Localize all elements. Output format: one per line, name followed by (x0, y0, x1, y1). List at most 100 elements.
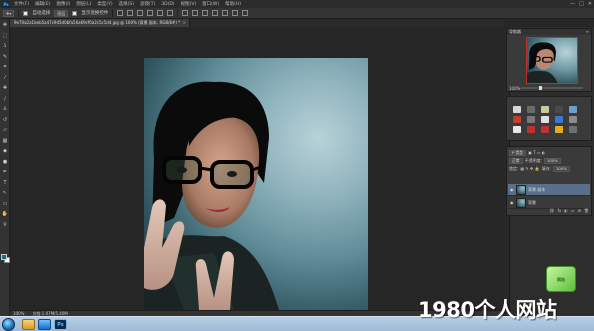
blend-mode-select[interactable]: 正常 (509, 157, 523, 164)
new-layer-icon[interactable]: ⊞ (578, 208, 581, 214)
distribute-center-icon[interactable] (222, 10, 229, 16)
threshold-icon[interactable] (541, 126, 549, 133)
menu-image[interactable]: 图像(I) (56, 1, 70, 7)
dodge-tool-icon[interactable]: ● (1, 159, 9, 166)
auto-align-icon[interactable] (242, 10, 249, 16)
menu-type[interactable]: 类型(Y) (97, 1, 112, 7)
align-left-icon[interactable] (147, 10, 154, 16)
explorer-taskbar-icon[interactable] (22, 319, 35, 330)
distribute-top-icon[interactable] (182, 10, 189, 16)
curves-icon[interactable] (541, 106, 549, 113)
photo-filter-icon[interactable] (555, 116, 563, 123)
minimize-button[interactable]: — (570, 1, 575, 7)
navigator-title[interactable]: 导航器 (509, 29, 521, 34)
crop-tool-icon[interactable]: ⌗ (1, 64, 9, 71)
menu-3d[interactable]: 3D(D) (161, 2, 174, 7)
visibility-eye-icon[interactable]: ◉ (510, 187, 514, 192)
layer-row[interactable]: ◉ 背景 副本 (508, 184, 590, 196)
navigator-zoom-slider[interactable] (521, 86, 583, 90)
align-middle-icon[interactable] (127, 10, 134, 16)
adjustments-panel (506, 96, 592, 141)
photoshop-taskbar-icon[interactable]: Ps (54, 319, 67, 330)
auto-select-target-dropdown[interactable]: 图层 (54, 9, 69, 17)
align-top-icon[interactable] (117, 10, 124, 16)
visibility-eye-icon[interactable]: ◉ (510, 200, 514, 205)
menu-filter[interactable]: 滤镜(T) (140, 1, 155, 7)
layer-kind-filter[interactable]: P 类型 (509, 149, 527, 156)
history-brush-icon[interactable]: ↺ (1, 117, 9, 124)
opacity-input[interactable]: 100% (543, 157, 561, 164)
move-tool-preset-icon[interactable]: ✥▾ (3, 9, 15, 17)
fill-input[interactable]: 100% (553, 165, 570, 172)
adjustment-layer-icon[interactable]: ◐ (564, 208, 568, 214)
menu-select[interactable]: 选择(S) (119, 1, 134, 7)
canvas-area[interactable] (10, 27, 504, 310)
hue-sat-icon[interactable] (513, 116, 521, 123)
invert-icon[interactable] (513, 126, 521, 133)
exposure-icon[interactable] (555, 106, 563, 113)
type-tool-icon[interactable]: T (1, 180, 9, 187)
vibrance-icon[interactable] (569, 106, 577, 113)
start-button[interactable] (2, 318, 15, 331)
blur-tool-icon[interactable]: ◆ (1, 148, 9, 155)
levels-icon[interactable] (527, 106, 535, 113)
move-tool-icon[interactable]: ✥ (1, 22, 9, 29)
marquee-tool-icon[interactable]: ⬚ (1, 33, 9, 40)
maximize-button[interactable]: □ (579, 1, 584, 7)
slider-knob[interactable] (539, 86, 542, 90)
menu-help[interactable]: 帮助(H) (225, 1, 241, 7)
link-layers-icon[interactable]: ⛓ (549, 208, 554, 214)
trash-icon[interactable]: 🗑 (584, 208, 589, 214)
eraser-tool-icon[interactable]: ▱ (1, 127, 9, 134)
channel-mixer-icon[interactable] (569, 116, 577, 123)
gradient-map-icon[interactable] (555, 126, 563, 133)
menu-view[interactable]: 视图(V) (181, 1, 197, 7)
clone-stamp-icon[interactable]: ♙ (1, 106, 9, 113)
align-right-icon[interactable] (167, 10, 174, 16)
tools-panel: ✥ ⬚ ʖ ✎ ⌗ ⁄ ✚ ∕ ♙ ↺ ▱ ▦ ◆ ● ✒ T ↖ ▭ ✋ ⚲ (0, 19, 10, 316)
eyedropper-icon[interactable]: ⁄ (1, 75, 9, 82)
browser-taskbar-icon[interactable] (38, 319, 51, 330)
show-transform-checkbox[interactable] (72, 10, 78, 16)
shape-tool-icon[interactable]: ▭ (1, 201, 9, 208)
lock-icons[interactable]: ▦ ✎ ✥ 🔒 (520, 166, 539, 171)
menu-layer[interactable]: 图层(L) (76, 1, 91, 7)
bw-icon[interactable] (541, 116, 549, 123)
align-bottom-icon[interactable] (137, 10, 144, 16)
navigator-thumbnail[interactable] (526, 37, 578, 84)
mask-icon[interactable]: ▭ (571, 208, 575, 214)
foreground-color-swatch[interactable] (1, 254, 7, 260)
navigator-zoom-value[interactable]: 100% (509, 86, 520, 91)
healing-brush-icon[interactable]: ✚ (1, 85, 9, 92)
color-balance-icon[interactable] (527, 116, 535, 123)
zoom-tool-icon[interactable]: ⚲ (1, 222, 9, 229)
distribute-middle-icon[interactable] (192, 10, 199, 16)
close-window-button[interactable]: ✕ (588, 1, 592, 7)
quick-select-icon[interactable]: ✎ (1, 54, 9, 61)
menu-edit[interactable]: 编辑(E) (35, 1, 50, 7)
menu-file[interactable]: 文件(F) (14, 1, 29, 7)
hand-tool-icon[interactable]: ✋ (1, 211, 9, 218)
selective-color-icon[interactable] (569, 126, 577, 133)
menu-bar: Ps 文件(F) 编辑(E) 图像(I) 图层(L) 类型(Y) 选择(S) 滤… (0, 0, 594, 8)
brightness-icon[interactable] (513, 106, 521, 113)
distribute-bottom-icon[interactable] (202, 10, 209, 16)
align-center-icon[interactable] (157, 10, 164, 16)
panel-menu-icon[interactable]: ≡ (586, 29, 589, 35)
posterize-icon[interactable] (527, 126, 535, 133)
filter-icons[interactable]: ▣ T ▭ ◐ (528, 150, 545, 155)
distribute-left-icon[interactable] (212, 10, 219, 16)
menu-window[interactable]: 窗口(W) (202, 1, 219, 7)
path-select-icon[interactable]: ↖ (1, 190, 9, 197)
photoshop-logo-icon: Ps (2, 0, 10, 8)
gradient-tool-icon[interactable]: ▦ (1, 138, 9, 145)
document-canvas[interactable] (144, 58, 368, 310)
auto-select-checkbox[interactable] (23, 10, 29, 16)
brush-tool-icon[interactable]: ∕ (1, 96, 9, 103)
document-tab[interactable]: 9e70a2a1beb5a47c9d5d0bfa56a69cf0a2c5c5d4… (10, 19, 190, 27)
fx-icon[interactable]: fx (558, 208, 562, 214)
lasso-tool-icon[interactable]: ʖ (1, 43, 9, 50)
pen-tool-icon[interactable]: ✒ (1, 169, 9, 176)
distribute-right-icon[interactable] (232, 10, 239, 16)
tab-close-icon[interactable]: × (183, 19, 186, 27)
